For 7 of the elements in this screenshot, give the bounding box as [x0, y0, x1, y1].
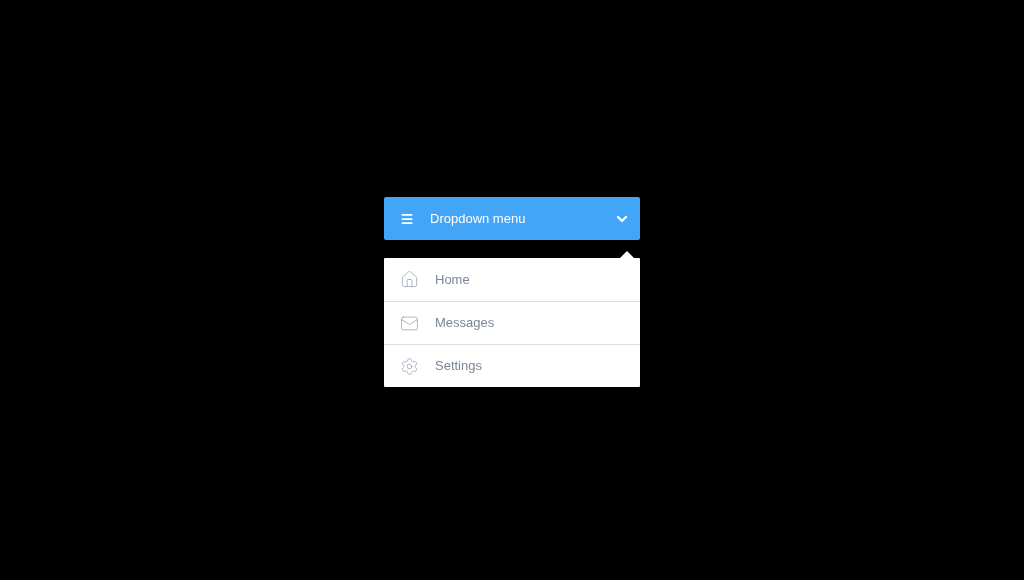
dropdown-button[interactable]: Dropdown menu: [384, 197, 640, 240]
menu-icon: [400, 211, 414, 226]
menu-item[interactable]: Messages: [384, 301, 640, 344]
settings-icon: [400, 356, 419, 376]
menu-item[interactable]: Home: [384, 258, 640, 301]
menu-item[interactable]: Settings: [384, 344, 640, 387]
home-icon: [400, 270, 419, 289]
